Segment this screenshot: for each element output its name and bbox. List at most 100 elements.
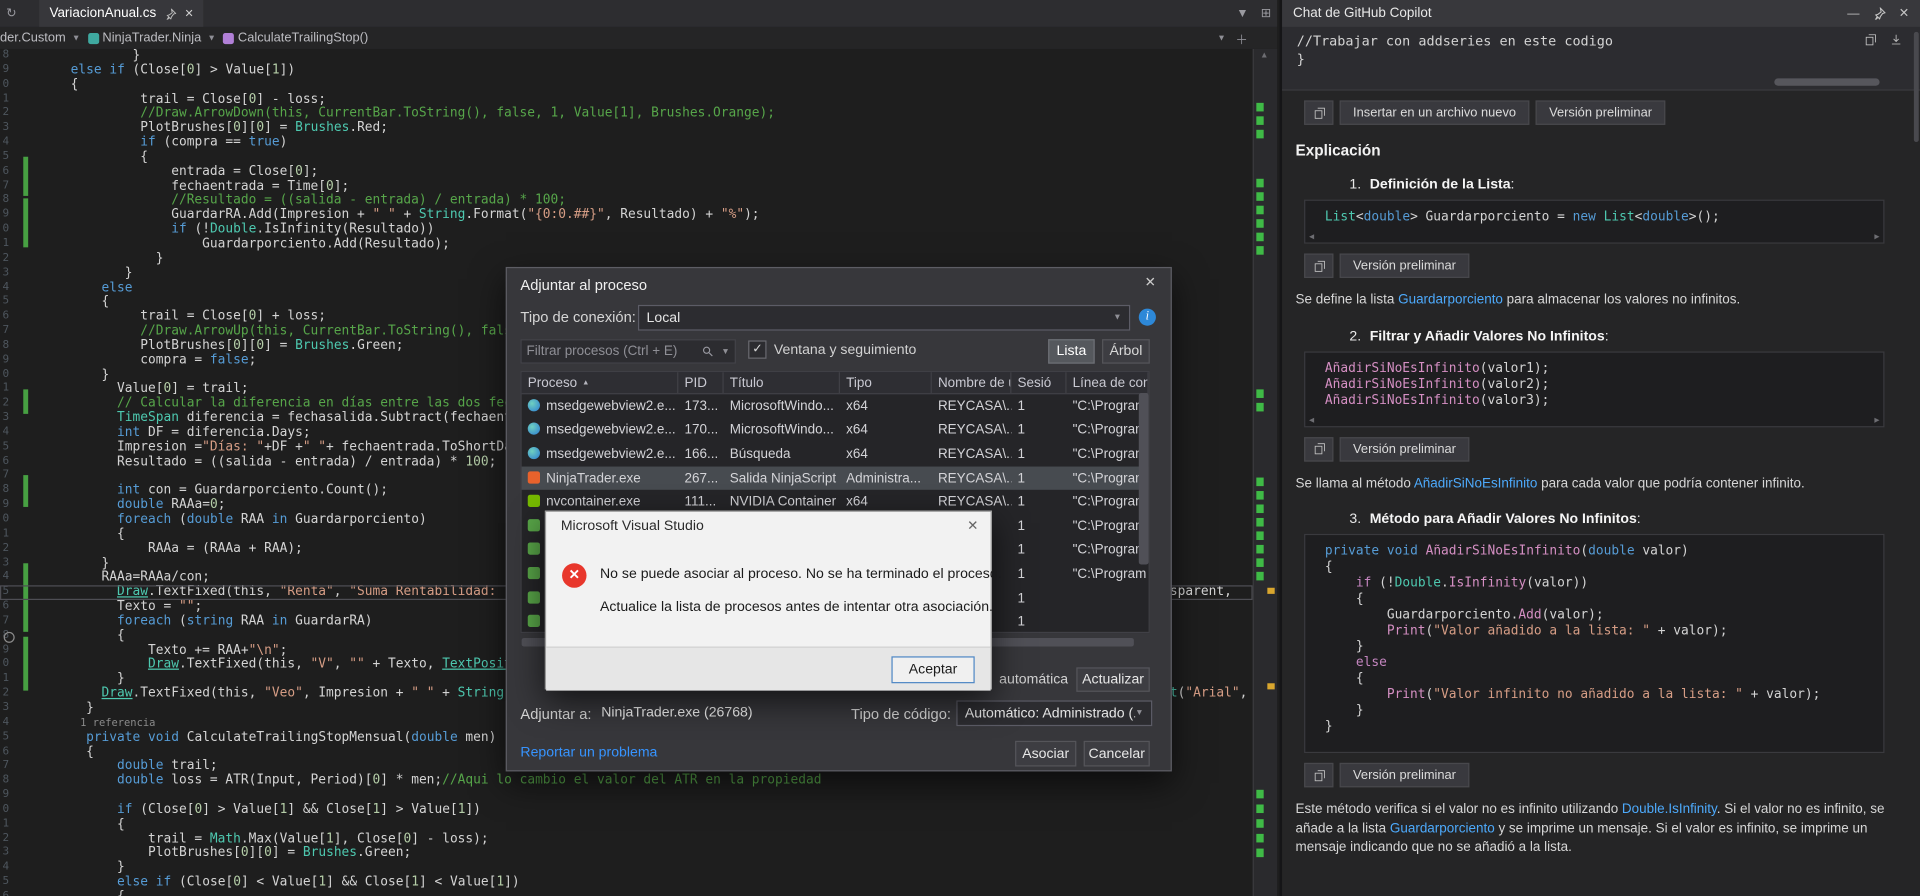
insert-icon[interactable] (1889, 33, 1902, 46)
refresh-button[interactable]: Actualizar (1076, 667, 1150, 692)
chevron-down-icon[interactable]: ▼ (1217, 34, 1225, 43)
attach-to-label: Adjuntar a: (520, 705, 592, 723)
code-type-select[interactable]: Automático: Administrado (.N ▼ (956, 700, 1153, 727)
chevron-down-icon[interactable]: ▼ (721, 347, 729, 356)
copilot-header[interactable]: Chat de GitHub Copilot — ✕ (1282, 0, 1920, 27)
plus-icon[interactable]: ＋ (1236, 29, 1248, 47)
app-process-icon (527, 518, 541, 532)
inline-code-link[interactable]: Guardarporciento (1390, 821, 1495, 836)
chevron-down-icon: ▼ (207, 33, 216, 43)
minimize-icon[interactable]: — (1847, 7, 1859, 20)
column-header[interactable]: Título (724, 372, 841, 394)
preview-button[interactable]: Versión preliminar (1339, 762, 1470, 788)
code-line: List<double> Guardarporciento = new List… (1324, 209, 1720, 225)
insert-new-file-button[interactable]: Insertar en un archivo nuevo (1339, 100, 1530, 125)
column-header[interactable]: Sesió (1011, 372, 1067, 394)
process-row[interactable]: msedgewebview2.e... 173... MicrosoftWindo.… (522, 394, 1149, 418)
code-type-label: Tipo de código: (851, 705, 951, 723)
window-tracking-checkbox[interactable]: ✓ Ventana y seguimiento (748, 340, 916, 359)
accept-button[interactable]: Aceptar (891, 656, 975, 684)
copy-button[interactable] (1304, 436, 1334, 462)
scroll-left-icon[interactable]: ◀ (1309, 231, 1314, 241)
code-line: else (1355, 655, 1387, 670)
info-icon[interactable]: i (1138, 308, 1156, 326)
filter-processes-input[interactable]: Filtrar procesos (Ctrl + E) ▼ (520, 339, 736, 364)
code-block-1: List<double> Guardarporciento = new List… (1304, 199, 1885, 244)
breadcrumb-item-project[interactable]: der.Custom ▼ (0, 31, 80, 46)
scroll-right-icon[interactable]: ▶ (1874, 414, 1879, 424)
preview-button[interactable]: Versión preliminar (1535, 100, 1666, 125)
class-icon (87, 32, 99, 44)
vertical-scrollbar[interactable] (1138, 393, 1149, 565)
section-heading-2: 2. Filtrar y Añadir Valores No Infinitos: (1349, 328, 1609, 344)
copy-button[interactable] (1304, 100, 1334, 125)
process-table-header[interactable]: Proceso ▲ PID Título Tipo Nombre de u Sesió Lín… (521, 372, 1149, 395)
process-row[interactable]: msedgewebview2.e... 166... Búsqueda x64 REYC… (522, 442, 1149, 466)
tab-variacionanual[interactable]: VariacionAnual.cs ✕ (39, 0, 204, 27)
app-process-icon (527, 590, 541, 604)
scroll-left-icon[interactable]: ◀ (1309, 414, 1314, 424)
copy-icon[interactable] (1864, 33, 1877, 46)
chevron-down-icon[interactable]: ▼ (1236, 7, 1248, 20)
list-view-button[interactable]: Lista (1048, 339, 1095, 364)
horizontal-scrollbar[interactable] (1774, 78, 1880, 86)
scroll-right-icon[interactable]: ▶ (1874, 231, 1879, 241)
explanation-paragraph-2: Se llama al método AñadirSiNoEsInfinito … (1295, 475, 1805, 491)
code-line: AñadirSiNoEsInfinito(valor2); (1324, 376, 1550, 392)
close-icon[interactable]: ✕ (1145, 274, 1156, 291)
code-line: double loss = ATR(Input, Period)[0] * me… (117, 772, 822, 788)
change-mark (1256, 571, 1264, 581)
change-mark (1256, 558, 1264, 567)
dialog-title: Adjuntar al proceso (520, 276, 648, 294)
explanation-paragraph-3: Este método verifica si el valor no es i… (1295, 802, 1885, 855)
code-line: Guardarporciento.Add(Resultado); (55, 236, 450, 251)
error-message-line2: Actualice la lista de procesos antes de … (600, 600, 993, 615)
change-mark (1256, 219, 1264, 228)
breadcrumb-item-method[interactable]: CalculateTrailingStop() (223, 31, 368, 45)
dialog-footer: Aceptar (546, 646, 991, 691)
pin-icon[interactable] (165, 7, 176, 19)
reattach-auto-label[interactable]: automática (999, 672, 1068, 687)
inline-code-link[interactable]: Double.IsInfinity (1622, 802, 1717, 817)
close-icon[interactable]: ✕ (1899, 7, 1909, 20)
sync-icon[interactable]: ↻ (6, 7, 16, 20)
preview-button[interactable]: Versión preliminar (1339, 253, 1470, 278)
breadcrumb-item-class[interactable]: NinjaTrader.Ninja ▼ (87, 31, 216, 45)
connection-type-label: Tipo de conexión: (520, 308, 636, 326)
column-header[interactable]: PID (678, 372, 724, 394)
error-icon: ✕ (562, 563, 587, 588)
connection-type-select[interactable]: Local ▼ (637, 304, 1131, 331)
scroll-up-icon[interactable]: ▲ (1260, 51, 1268, 60)
tree-view-button[interactable]: Árbol (1102, 339, 1150, 364)
app-process-icon (527, 566, 541, 580)
change-mark (1256, 504, 1264, 514)
window-layout-icon[interactable]: ⊞ (1261, 7, 1271, 20)
process-row[interactable]: msedgewebview2.e... 170... MicrosoftWindo.… (522, 418, 1149, 442)
column-header[interactable]: Proceso ▲ (522, 372, 679, 394)
close-icon[interactable]: ✕ (967, 518, 978, 534)
column-header[interactable]: Línea de con (1067, 372, 1149, 394)
inline-code-link[interactable]: AñadirSiNoEsInfinito (1414, 476, 1538, 491)
report-problem-link[interactable]: Reportar un problema (520, 746, 657, 761)
edge-process-icon (527, 422, 541, 436)
column-header[interactable]: Tipo (840, 372, 932, 394)
copilot-title: Chat de GitHub Copilot (1293, 6, 1432, 21)
cancel-button[interactable]: Cancelar (1083, 740, 1150, 767)
process-row[interactable]: NinjaTrader.exe 267... Salida NinjaScript A… (521, 466, 1149, 491)
explanation-paragraph-1: Se define la lista Guardarporciento para… (1295, 292, 1741, 308)
editor-scrollbar[interactable]: ▲ (1252, 48, 1278, 896)
vertical-scrollbar[interactable] (1913, 31, 1919, 143)
preview-button[interactable]: Versión preliminar (1339, 436, 1470, 462)
change-mark (1256, 819, 1264, 828)
copy-button[interactable] (1304, 762, 1334, 788)
inline-code-link[interactable]: Guardarporciento (1398, 293, 1503, 308)
visual-studio-window: ↻ VariacionAnual.cs ✕ ▼ ⊞ der.Custom ▼ Ni… (0, 0, 1920, 896)
column-header[interactable]: Nombre de u (932, 372, 1012, 394)
attach-to-value: NinjaTrader.exe (26768) (601, 705, 753, 721)
attach-button[interactable]: Asociar (1015, 740, 1077, 767)
code-line: if (Close[0] > Value[1] && Close[1] > Va… (117, 801, 481, 817)
close-icon[interactable]: ✕ (184, 7, 193, 20)
copy-button[interactable] (1304, 253, 1334, 278)
code-line: Print("Valor añadido a la lista: " + val… (1386, 623, 1728, 638)
pin-icon[interactable] (1873, 7, 1886, 20)
